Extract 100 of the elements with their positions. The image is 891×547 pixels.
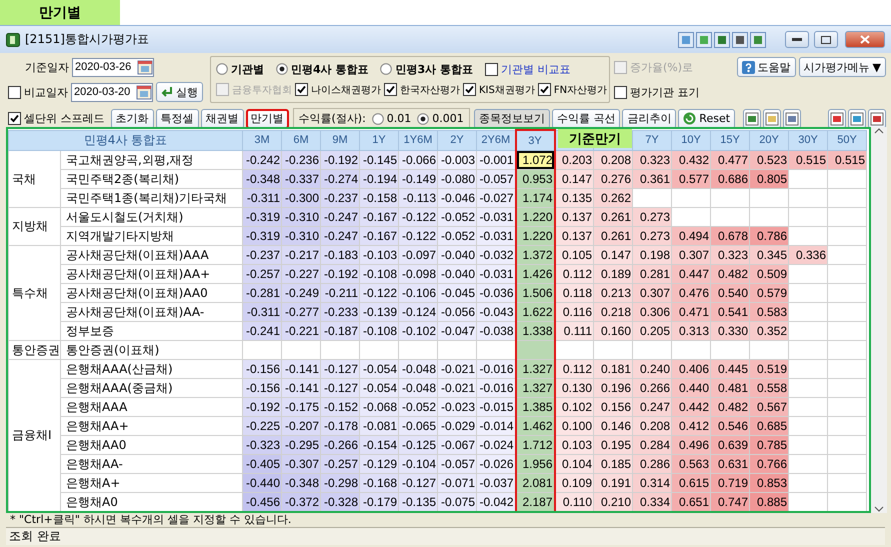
value-cell[interactable]: 0.442: [672, 398, 711, 416]
column-header[interactable]: 15Y: [710, 130, 750, 150]
value-cell[interactable]: -0.192: [242, 398, 282, 416]
value-cell[interactable]: 0.137: [554, 226, 594, 246]
value-cell[interactable]: -0.328: [320, 492, 360, 511]
value-cell[interactable]: -0.348: [242, 170, 282, 188]
value-cell[interactable]: -0.125: [398, 436, 438, 454]
value-cell[interactable]: 0.261: [594, 226, 633, 246]
value-cell[interactable]: -0.036: [476, 284, 516, 302]
value-cell[interactable]: 0.189: [594, 264, 633, 284]
value-cell[interactable]: 0.482: [710, 264, 750, 284]
value-cell[interactable]: 0.323: [632, 150, 672, 170]
value-cell[interactable]: 0.330: [710, 322, 750, 340]
value-cell[interactable]: -0.103: [360, 246, 399, 264]
value-cell[interactable]: -0.023: [438, 398, 477, 416]
value-cell[interactable]: -0.310: [282, 208, 321, 226]
value-cell[interactable]: -0.175: [282, 398, 321, 416]
column-header[interactable]: 2Y: [438, 130, 477, 150]
value-cell[interactable]: -0.192: [320, 264, 360, 284]
value-cell[interactable]: -0.031: [476, 226, 516, 246]
value-cell[interactable]: -0.021: [438, 360, 477, 378]
value-cell[interactable]: 0.137: [554, 208, 594, 226]
value-cell[interactable]: 0.218: [594, 302, 633, 322]
value-cell[interactable]: 0.747: [710, 492, 750, 511]
value-cell[interactable]: 0.314: [632, 474, 672, 492]
value-cell[interactable]: 0.579: [750, 284, 789, 302]
value-cell[interactable]: 1.338: [516, 322, 555, 340]
column-header[interactable]: 1Y: [360, 130, 399, 150]
value-cell[interactable]: -0.021: [438, 378, 477, 398]
value-cell[interactable]: -0.281: [242, 284, 282, 302]
value-cell[interactable]: -0.106: [398, 284, 438, 302]
value-cell[interactable]: -0.221: [282, 322, 321, 340]
value-cell[interactable]: -0.217: [282, 246, 321, 264]
value-cell[interactable]: 0.118: [554, 284, 594, 302]
value-cell[interactable]: -0.122: [398, 208, 438, 226]
value-cell[interactable]: 0.130: [554, 378, 594, 398]
value-cell[interactable]: -0.237: [242, 246, 282, 264]
value-cell[interactable]: 0.208: [632, 416, 672, 436]
value-cell[interactable]: -0.127: [320, 360, 360, 378]
value-cell[interactable]: -0.068: [360, 398, 399, 416]
value-cell[interactable]: 0.334: [632, 492, 672, 511]
value-cell[interactable]: 0.156: [594, 398, 633, 416]
value-cell[interactable]: 0.496: [672, 436, 711, 454]
value-cell[interactable]: 1.956: [516, 454, 555, 474]
value-cell[interactable]: -0.122: [360, 284, 399, 302]
value-cell[interactable]: 1.426: [516, 264, 555, 284]
value-cell[interactable]: -0.135: [398, 492, 438, 511]
value-cell[interactable]: 0.515: [788, 150, 828, 170]
value-cell[interactable]: -0.057: [476, 170, 516, 188]
mode-button[interactable]: 채권별: [200, 108, 244, 128]
value-cell[interactable]: 0.719: [710, 474, 750, 492]
value-cell[interactable]: -0.187: [320, 322, 360, 340]
date-field[interactable]: 2020-03-26: [72, 58, 154, 76]
value-cell[interactable]: 0.509: [750, 264, 789, 284]
value-cell[interactable]: -0.257: [320, 454, 360, 474]
value-cell[interactable]: -0.337: [282, 170, 321, 188]
value-cell[interactable]: 1.327: [516, 378, 555, 398]
value-cell[interactable]: -0.052: [398, 398, 438, 416]
value-cell[interactable]: -0.015: [476, 398, 516, 416]
column-header[interactable]: 10Y: [672, 130, 711, 150]
value-cell[interactable]: -0.152: [320, 398, 360, 416]
value-cell[interactable]: -0.054: [360, 360, 399, 378]
value-cell[interactable]: 1.174: [516, 188, 555, 208]
value-cell[interactable]: 0.307: [632, 284, 672, 302]
value-cell[interactable]: 0.181: [594, 360, 633, 378]
value-cell[interactable]: 0.286: [632, 454, 672, 474]
value-cell[interactable]: 1.712: [516, 436, 555, 454]
value-cell[interactable]: -0.056: [438, 302, 477, 322]
value-cell[interactable]: 0.445: [710, 360, 750, 378]
value-cell[interactable]: -0.307: [282, 454, 321, 474]
value-cell[interactable]: 2.081: [516, 474, 555, 492]
value-cell[interactable]: 0.361: [632, 170, 672, 188]
value-cell[interactable]: -0.003: [438, 150, 477, 170]
value-cell[interactable]: 0.447: [672, 264, 711, 284]
value-cell[interactable]: -0.274: [320, 170, 360, 188]
value-cell[interactable]: 1.385: [516, 398, 555, 416]
value-cell[interactable]: -0.027: [476, 188, 516, 208]
value-cell[interactable]: -0.029: [438, 416, 477, 436]
value-cell[interactable]: -0.054: [360, 378, 399, 398]
value-cell[interactable]: -0.024: [476, 436, 516, 454]
value-cell[interactable]: 0.146: [594, 416, 633, 436]
value-cell[interactable]: -0.277: [282, 302, 321, 322]
value-cell[interactable]: -0.311: [242, 188, 282, 208]
value-cell[interactable]: -0.241: [242, 322, 282, 340]
value-cell[interactable]: 0.766: [750, 454, 789, 474]
value-cell[interactable]: -0.141: [282, 360, 321, 378]
value-cell[interactable]: -0.048: [398, 378, 438, 398]
value-cell[interactable]: 0.336: [788, 246, 828, 264]
value-cell[interactable]: -0.102: [398, 322, 438, 340]
value-cell[interactable]: -0.323: [242, 436, 282, 454]
value-cell[interactable]: 0.147: [554, 170, 594, 188]
value-cell[interactable]: 1.506: [516, 284, 555, 302]
value-cell[interactable]: -0.311: [242, 302, 282, 322]
value-cell[interactable]: 0.307: [672, 246, 711, 264]
action-button[interactable]: 종목정보보기: [474, 108, 550, 128]
value-cell[interactable]: 0.567: [750, 398, 789, 416]
value-cell[interactable]: 0.102: [554, 398, 594, 416]
value-cell[interactable]: -0.156: [242, 360, 282, 378]
value-cell[interactable]: -0.149: [398, 170, 438, 188]
value-cell[interactable]: 1.220: [516, 226, 555, 246]
